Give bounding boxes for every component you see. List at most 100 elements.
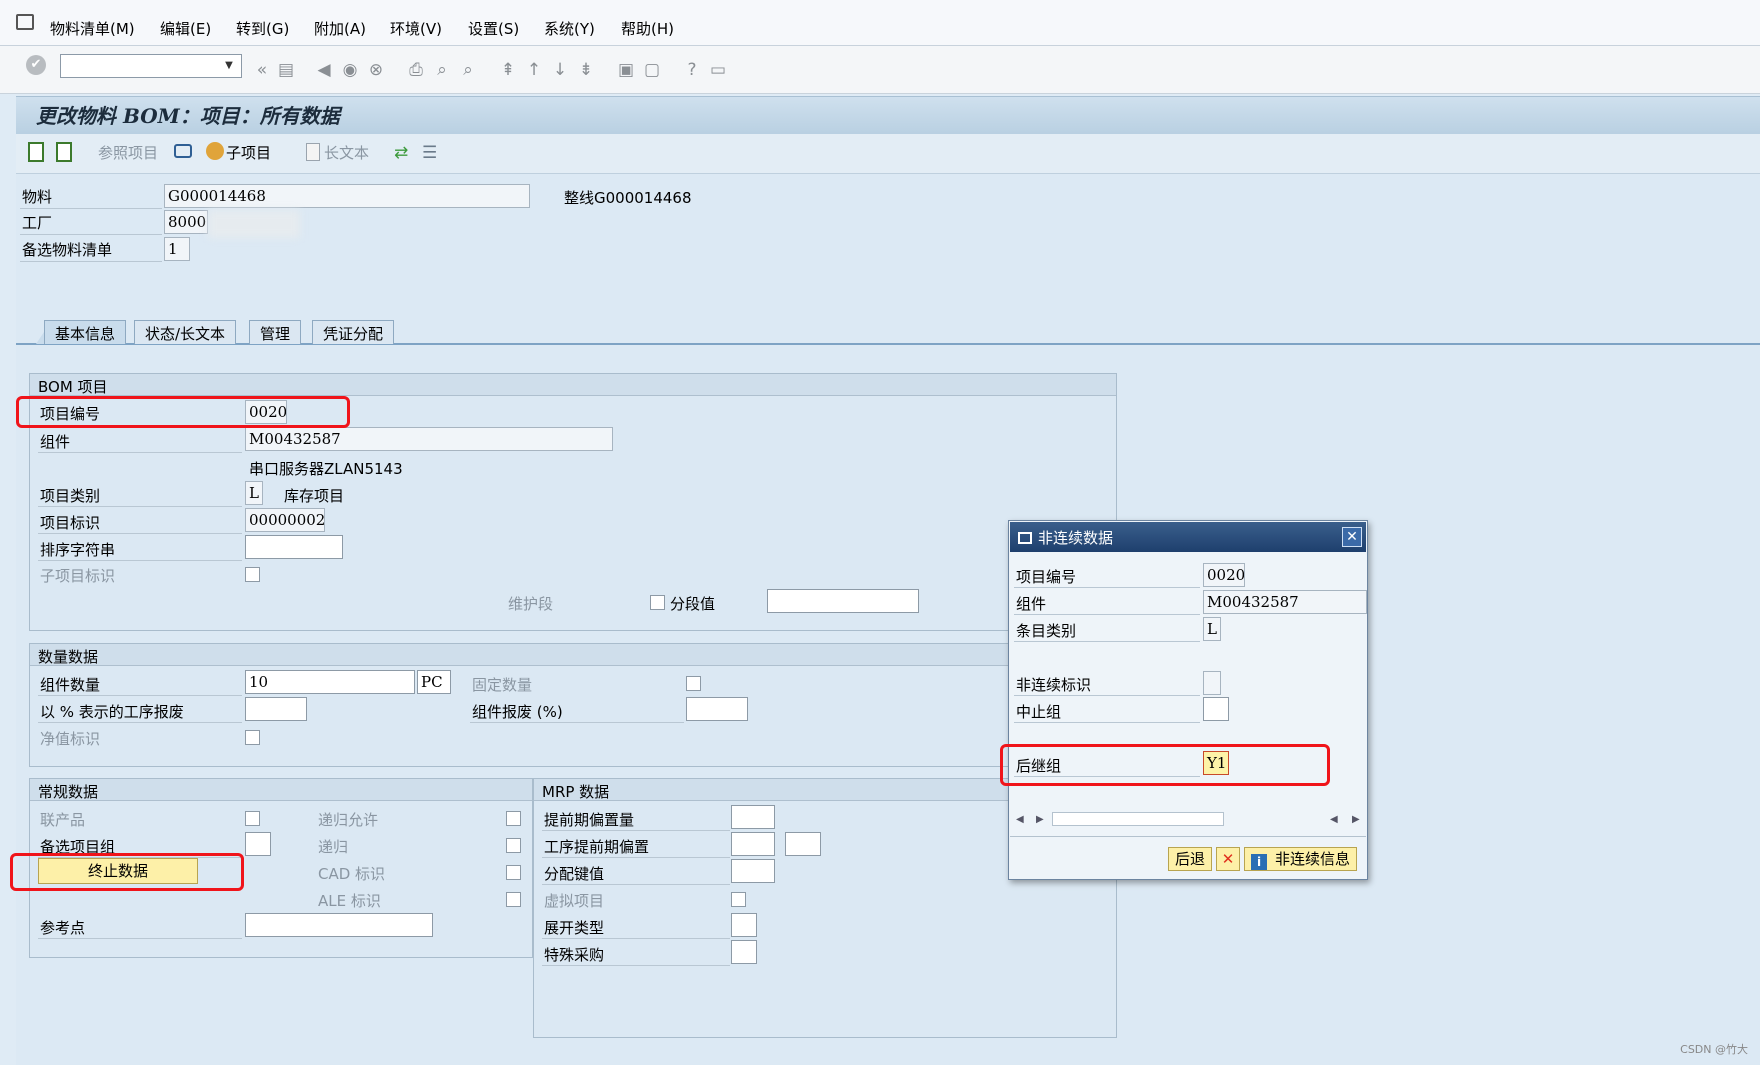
menu-environment[interactable]: 环境(V) <box>390 18 442 39</box>
cad-id-checkbox[interactable] <box>506 865 521 880</box>
dialog-title: 非连续数据 <box>1038 529 1114 547</box>
dialog-item-number-label: 项目编号 <box>1016 568 1077 586</box>
operation-scrap-field[interactable] <box>245 697 307 721</box>
last-page-icon[interactable]: ⇟ <box>576 60 596 80</box>
stop-group-field[interactable] <box>1203 697 1229 721</box>
ale-id-checkbox[interactable] <box>506 892 521 907</box>
discontinuation-info-button[interactable]: i 非连续信息 <box>1244 847 1358 871</box>
scroll-right-icon[interactable]: ▶ <box>1036 814 1044 825</box>
switch-icon[interactable]: ⇄ <box>394 143 408 163</box>
collapse-icon[interactable]: « <box>252 60 272 80</box>
component-qty-field[interactable]: 10 <box>245 670 415 694</box>
recursive-checkbox[interactable] <box>506 838 521 853</box>
segment-value-field[interactable] <box>767 589 919 613</box>
copy-item-icon[interactable] <box>56 142 72 162</box>
tab-status-longtext[interactable]: 状态/长文本 <box>134 320 237 344</box>
scroll-left-icon[interactable]: ◀ <box>1016 814 1024 825</box>
close-icon[interactable]: ✕ <box>1342 527 1362 547</box>
phantom-item-label: 虚拟项目 <box>544 892 605 910</box>
sub-item-id-checkbox[interactable] <box>245 567 260 582</box>
tab-basic[interactable]: 基本信息 <box>44 320 127 344</box>
fixed-qty-checkbox[interactable] <box>686 676 701 691</box>
item-category-field[interactable]: L <box>245 481 263 505</box>
sort-string-field[interactable] <box>245 535 343 559</box>
sub-item-button[interactable]: 子项目 <box>226 142 271 163</box>
recursive-allowed-checkbox[interactable] <box>506 811 521 826</box>
maintenance-segment-label: 维护段 <box>508 595 554 613</box>
new-session-icon[interactable]: ▣ <box>616 60 636 80</box>
back-button[interactable]: 后退 <box>1168 847 1213 871</box>
component-description: 串口服务器ZLAN5143 <box>249 460 403 478</box>
distribution-key-field[interactable] <box>731 859 775 883</box>
material-field[interactable]: G000014468 <box>164 184 530 208</box>
menu-extras[interactable]: 附加(A) <box>314 18 366 39</box>
op-lead-offset-field[interactable] <box>731 832 775 856</box>
menu-bom[interactable]: 物料清单(M) <box>50 18 135 39</box>
long-text-button[interactable]: 长文本 <box>324 142 369 163</box>
sub-item-icon[interactable] <box>206 142 224 160</box>
menu-system[interactable]: 系统(Y) <box>544 18 595 39</box>
enter-icon[interactable]: ✔ <box>26 55 46 75</box>
component-field[interactable]: M00432587 <box>245 427 613 451</box>
menu-goto[interactable]: 转到(G) <box>236 18 289 39</box>
component-scrap-field[interactable] <box>686 697 748 721</box>
menu-icon[interactable] <box>16 14 34 30</box>
new-item-icon[interactable] <box>28 142 44 162</box>
print-item-icon[interactable] <box>174 144 192 158</box>
reference-item-button[interactable]: 参照项目 <box>98 142 158 163</box>
find-icon[interactable]: ⌕ <box>432 60 452 80</box>
find-next-icon[interactable]: ⌕ <box>458 60 478 80</box>
stop-group-label: 中止组 <box>1016 703 1062 721</box>
long-text-icon[interactable] <box>306 143 320 161</box>
chevron-down-icon[interactable]: ▼ <box>222 60 236 72</box>
bom-item-title: BOM 项目 <box>30 374 1116 396</box>
print-icon[interactable]: ⎙ <box>406 60 426 80</box>
dialog-component-field[interactable]: M00432587 <box>1203 590 1367 614</box>
next-page-icon[interactable]: ↓ <box>550 60 570 80</box>
scroll-right-end-icon[interactable]: ▶ <box>1352 814 1360 825</box>
phantom-item-checkbox[interactable] <box>731 892 746 907</box>
save-icon[interactable]: ▤ <box>276 60 296 80</box>
explosion-type-label: 展开类型 <box>544 919 605 937</box>
net-id-checkbox[interactable] <box>245 730 260 745</box>
exit-icon[interactable]: ◉ <box>340 60 360 80</box>
scroll-left-end-icon[interactable]: ◀ <box>1330 814 1338 825</box>
hierarchy-icon[interactable]: ☰ <box>422 143 437 163</box>
alt-item-group-field[interactable] <box>245 832 271 856</box>
coproduct-checkbox[interactable] <box>245 811 260 826</box>
menu-settings[interactable]: 设置(S) <box>468 18 519 39</box>
info-icon: i <box>1251 854 1267 870</box>
segment-value-checkbox[interactable] <box>650 595 665 610</box>
discontinuation-indicator-field[interactable] <box>1203 671 1221 695</box>
general-title: 常规数据 <box>30 779 532 801</box>
tab-admin[interactable]: 管理 <box>249 320 302 344</box>
cancel-icon[interactable]: ⊗ <box>366 60 386 80</box>
horizontal-scrollbar[interactable] <box>1052 812 1224 826</box>
reference-point-field[interactable] <box>245 913 433 937</box>
shortcut-icon[interactable]: ▢ <box>642 60 662 80</box>
plant-field[interactable]: 8000 <box>164 210 208 234</box>
dialog-category-field[interactable]: L <box>1203 617 1221 641</box>
op-lead-offset-unit-field[interactable] <box>785 832 821 856</box>
first-page-icon[interactable]: ⇞ <box>498 60 518 80</box>
sort-string-label: 排序字符串 <box>40 541 116 559</box>
lead-offset-label: 提前期偏置量 <box>544 811 635 829</box>
blurred-region <box>208 210 300 238</box>
special-procurement-field[interactable] <box>731 940 757 964</box>
menu-help[interactable]: 帮助(H) <box>621 18 674 39</box>
layout-icon[interactable]: ▭ <box>708 60 728 80</box>
back-icon[interactable]: ◀ <box>314 60 334 80</box>
cancel-icon[interactable]: ✕ <box>1216 847 1240 871</box>
explosion-type-field[interactable] <box>731 913 757 937</box>
lead-offset-field[interactable] <box>731 805 775 829</box>
prev-page-icon[interactable]: ↑ <box>524 60 544 80</box>
alt-bom-field[interactable]: 1 <box>164 237 190 261</box>
menu-edit[interactable]: 编辑(E) <box>160 18 211 39</box>
app-toolbar <box>16 134 1760 174</box>
help-icon[interactable]: ? <box>682 60 702 80</box>
unit-field[interactable]: PC <box>417 670 451 694</box>
item-id-field[interactable]: 00000002 <box>245 508 325 532</box>
command-field[interactable] <box>60 54 242 78</box>
dialog-item-number-field[interactable]: 0020 <box>1203 563 1245 587</box>
tab-doc-assignment[interactable]: 凭证分配 <box>312 320 395 344</box>
